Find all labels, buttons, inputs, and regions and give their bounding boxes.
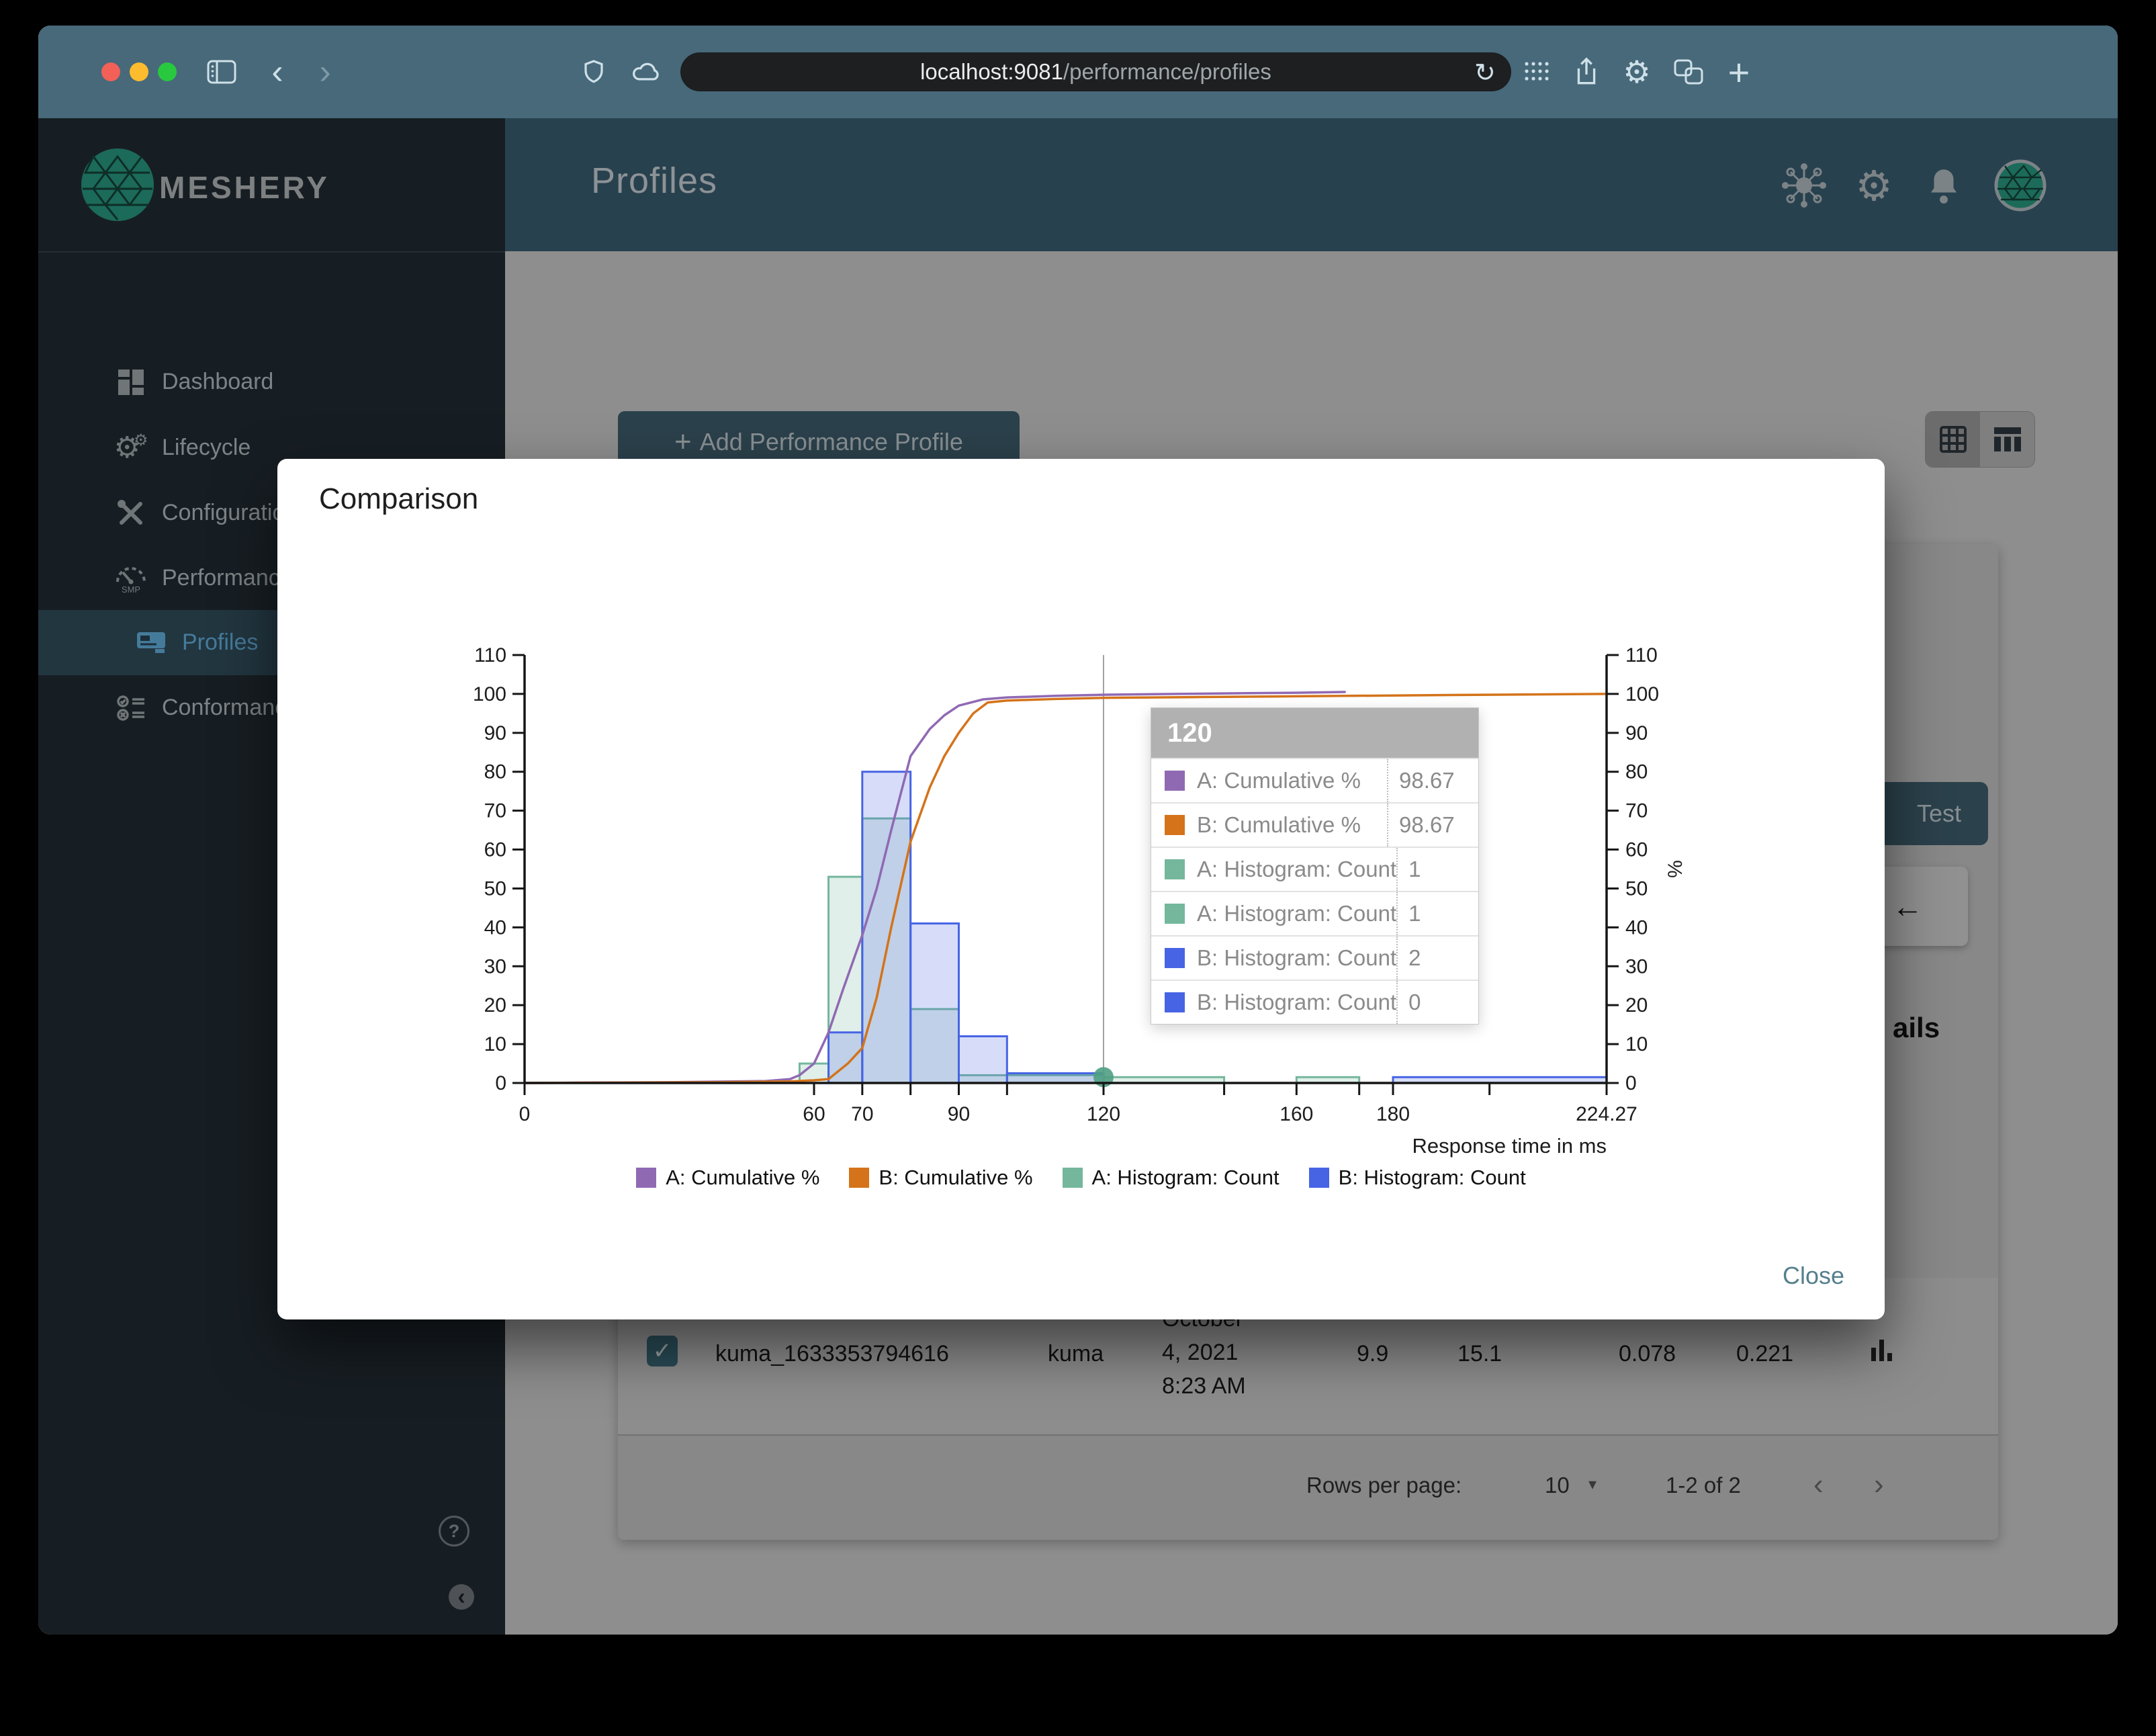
chart-legend: A: Cumulative % B: Cumulative % A: Histo…: [277, 1166, 1885, 1190]
svg-text:40: 40: [1625, 916, 1648, 939]
svg-text:110: 110: [1625, 644, 1658, 666]
legend-item[interactable]: B: Histogram: Count: [1308, 1166, 1526, 1190]
chart-canvas[interactable]: 0 010 1020 2030 3040 4050 5060 6070 7080 8090 9010…: [430, 625, 1719, 1176]
url-path: /performance/profiles: [1063, 59, 1271, 84]
svg-text:20: 20: [484, 994, 506, 1016]
svg-text:0: 0: [1625, 1072, 1637, 1094]
series-swatch: [1165, 992, 1185, 1012]
legend-swatch: [1308, 1168, 1329, 1188]
modal-title: Comparison: [319, 482, 479, 515]
chart-tooltip: 120 A: Cumulative % 98.67 B: Cumulative %…: [1151, 707, 1479, 1025]
tab-overview-icon[interactable]: [1670, 53, 1707, 91]
forward-icon[interactable]: ›: [306, 53, 344, 91]
close-button[interactable]: Close: [1783, 1262, 1844, 1290]
svg-text:80: 80: [484, 761, 506, 783]
svg-text:100: 100: [473, 683, 506, 705]
svg-text:10: 10: [1625, 1033, 1648, 1055]
tooltip-row: A: Histogram: Count 1: [1151, 847, 1478, 891]
svg-text:0: 0: [519, 1103, 531, 1125]
tooltip-title: 120: [1151, 708, 1478, 758]
zoom-window-button[interactable]: [158, 62, 177, 81]
settings-gear-icon[interactable]: ⚙: [1618, 53, 1656, 91]
comparison-modal: Comparison 0 0 10 10 20 20 30 30 40 40 50 50 60 60 70 7…: [277, 459, 1885, 1319]
series-swatch: [1165, 771, 1185, 791]
comparison-chart[interactable]: 0 0 10 10 20 20 30 30 40 40 50 50 60 60 70 70 80 80 90 90 10…: [430, 625, 1719, 1176]
svg-text:60: 60: [803, 1103, 825, 1125]
tooltip-row: A: Histogram: Count 1: [1151, 891, 1478, 935]
new-tab-icon[interactable]: +: [1720, 51, 1758, 93]
minimize-window-button[interactable]: [130, 62, 148, 81]
svg-text:10: 10: [484, 1033, 506, 1055]
svg-text:90: 90: [484, 722, 506, 744]
svg-text:224.27: 224.27: [1576, 1103, 1637, 1125]
svg-text:50: 50: [484, 877, 506, 900]
svg-text:90: 90: [948, 1103, 970, 1125]
svg-text:30: 30: [1625, 955, 1648, 978]
svg-text:60: 60: [484, 839, 506, 861]
tooltip-row: B: Histogram: Count 2: [1151, 935, 1478, 980]
close-window-button[interactable]: [101, 62, 120, 81]
share-icon[interactable]: [1568, 53, 1605, 91]
legend-swatch: [636, 1168, 657, 1188]
tooltip-row: A: Cumulative % 98.67: [1151, 758, 1478, 802]
svg-text:110: 110: [474, 644, 506, 666]
svg-text:70: 70: [1625, 800, 1648, 822]
reload-icon[interactable]: ↻: [1474, 58, 1496, 88]
privacy-shield-icon[interactable]: [575, 53, 613, 91]
url-bar[interactable]: localhost:9081/performance/profiles: [680, 52, 1511, 91]
svg-text:70: 70: [484, 800, 506, 822]
browser-window: ‹ › localhost:9081/performance/profiles …: [38, 26, 2118, 1635]
sidebar-toggle-icon[interactable]: [203, 53, 240, 91]
svg-text:%: %: [1664, 860, 1687, 878]
extensions-grid-icon[interactable]: [1518, 53, 1556, 91]
svg-text:80: 80: [1625, 761, 1648, 783]
svg-text:180: 180: [1376, 1103, 1410, 1125]
series-swatch: [1165, 948, 1185, 968]
legend-item[interactable]: A: Cumulative %: [636, 1166, 819, 1190]
series-swatch: [1165, 859, 1185, 879]
svg-text:90: 90: [1625, 722, 1648, 744]
svg-text:120: 120: [1087, 1103, 1120, 1125]
svg-text:50: 50: [1625, 877, 1648, 900]
url-host: localhost:9081: [920, 59, 1063, 84]
tooltip-row: B: Cumulative % 98.67: [1151, 802, 1478, 847]
svg-text:0: 0: [495, 1072, 506, 1094]
screen: ‹ › localhost:9081/performance/profiles …: [0, 0, 2156, 1736]
svg-text:70: 70: [851, 1103, 873, 1125]
tooltip-row: B: Histogram: Count 0: [1151, 980, 1478, 1024]
svg-text:20: 20: [1625, 994, 1648, 1016]
cloud-icon[interactable]: [628, 53, 666, 91]
legend-item[interactable]: B: Cumulative %: [849, 1166, 1033, 1190]
legend-item[interactable]: A: Histogram: Count: [1062, 1166, 1279, 1190]
browser-toolbar: ‹ › localhost:9081/performance/profiles …: [38, 26, 2118, 118]
svg-text:40: 40: [484, 916, 506, 939]
svg-text:160: 160: [1279, 1103, 1313, 1125]
series-swatch: [1165, 815, 1185, 835]
svg-text:100: 100: [1625, 683, 1659, 705]
legend-swatch: [849, 1168, 870, 1188]
svg-text:Response time in ms: Response time in ms: [1412, 1134, 1607, 1158]
back-icon[interactable]: ‹: [259, 53, 296, 91]
legend-swatch: [1062, 1168, 1083, 1188]
svg-text:60: 60: [1625, 839, 1648, 861]
series-swatch: [1165, 904, 1185, 924]
svg-text:30: 30: [484, 955, 506, 978]
